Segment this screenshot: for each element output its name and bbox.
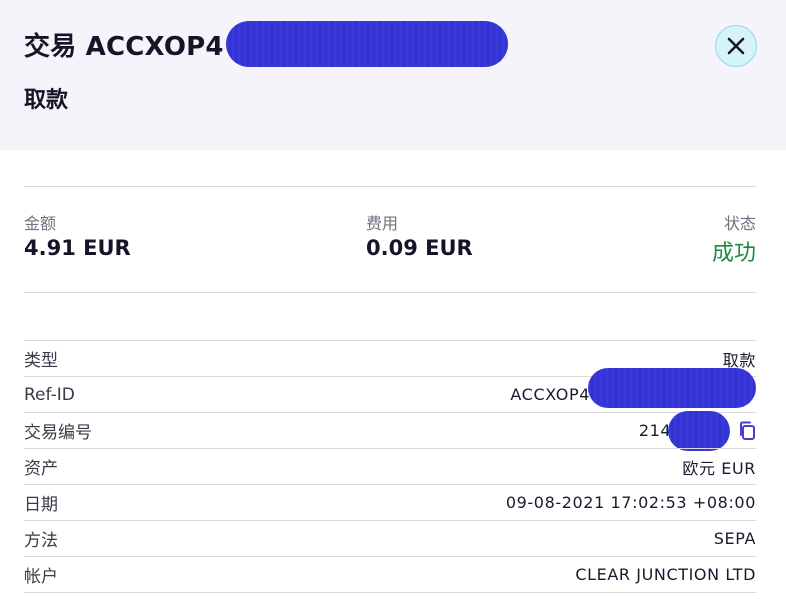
amount-label: 金额 [24,214,57,233]
copy-icon[interactable] [738,421,756,441]
redaction-scribble [225,21,508,67]
fee-value: 0.09 EUR [366,236,473,260]
detail-value-wrap: ACCXOP4 [510,367,756,408]
detail-label: Ref-ID [24,384,75,405]
detail-value: 欧元 EUR [682,458,756,478]
ref-id-value: ACCXOP4 [510,385,590,404]
divider [24,592,756,593]
amount-value: 4.91 EUR [24,236,131,260]
redaction-scribble [588,367,756,408]
detail-row-method: 方法 SEPA [24,520,756,556]
divider [24,186,756,187]
detail-value: SEPA [713,529,756,548]
close-button[interactable] [715,25,757,67]
status-label: 状态 [723,214,756,233]
transaction-type-heading: 取款 [24,88,69,113]
title-row: 交易 ACCXOP4 [24,21,508,67]
detail-value: 取款 [722,350,756,370]
redaction-scribble [668,410,730,451]
detail-value-wrap: 2144 [639,410,756,451]
fee-label: 费用 [366,214,399,233]
detail-value: CLEAR JUNCTION LTD [575,565,756,584]
close-icon [727,37,745,55]
detail-row-asset: 资产 欧元 EUR [24,448,756,484]
detail-label: 类型 [24,351,58,371]
detail-value: 09-08-2021 17:02:53 +08:00 [505,493,756,512]
status-badge: 成功 [711,241,756,266]
detail-label: 交易编号 [24,423,92,443]
detail-row-account: 帐户 CLEAR JUNCTION LTD [24,556,756,592]
page-title: 交易 ACCXOP4 [24,31,224,62]
divider [24,292,756,293]
detail-label: 方法 [24,531,58,551]
detail-row-date: 日期 09-08-2021 17:02:53 +08:00 [24,484,756,520]
detail-label: 资产 [24,459,58,479]
modal-header: 交易 ACCXOP4 取款 [0,0,786,150]
detail-row-transaction-id: 交易编号 2144 [24,410,756,451]
detail-label: 帐户 [24,567,58,587]
detail-row-ref-id: Ref-ID ACCXOP4 [24,367,756,412]
detail-label: 日期 [24,495,58,515]
